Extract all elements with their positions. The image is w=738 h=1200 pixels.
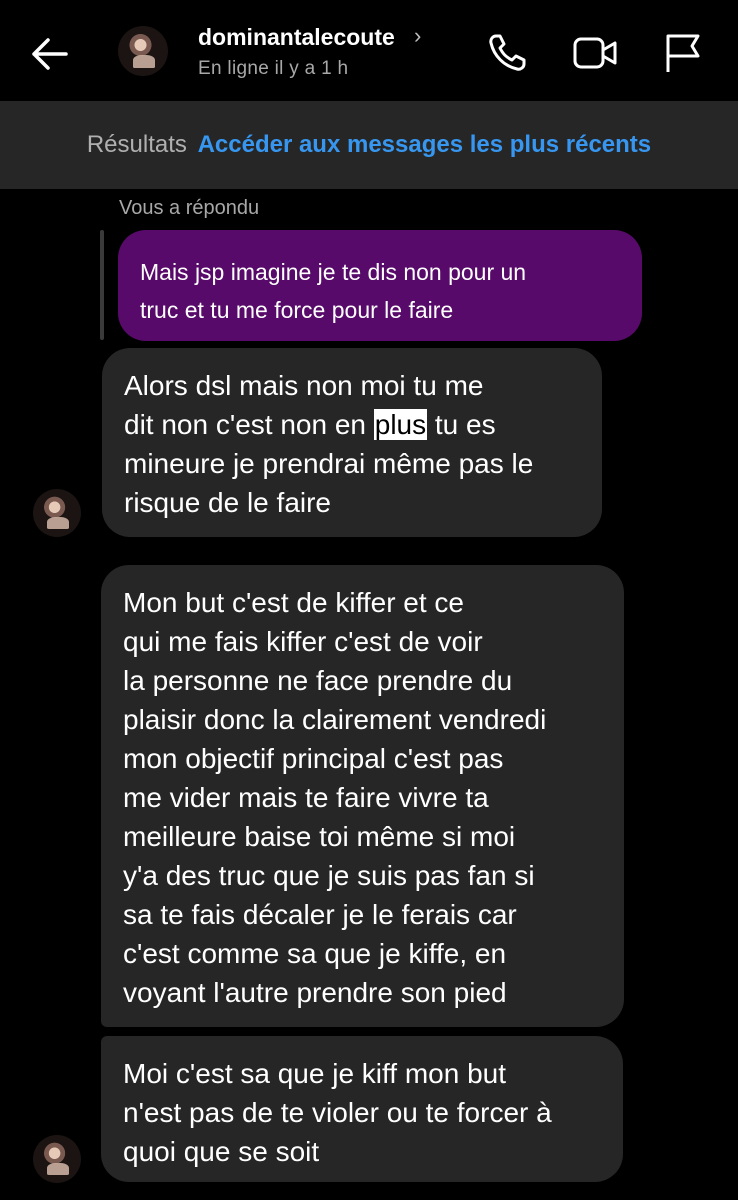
quoted-line: truc et tu me force pour le faire — [140, 297, 454, 323]
quoted-line: Mais jsp imagine je te dis non pour un — [140, 259, 527, 285]
search-highlight: plus — [373, 409, 428, 440]
message-line: me vider mais te faire vivre ta — [123, 782, 489, 813]
chevron-right-icon[interactable]: › — [414, 23, 421, 49]
message-line: quoi que se soit — [123, 1136, 320, 1167]
username[interactable]: dominantalecoute — [198, 24, 395, 51]
quoted-message[interactable]: Mais jsp imagine je te dis non pour un t… — [118, 230, 642, 341]
online-status: En ligne il y a 1 h — [198, 58, 349, 79]
message-bubble[interactable]: Alors dsl mais non moi tu me dit non c'e… — [102, 348, 602, 537]
phone-icon[interactable] — [484, 30, 530, 76]
message-line: plaisir donc la clairement vendredi — [123, 704, 547, 735]
message-line: dit non c'est non en plus tu es — [124, 405, 580, 444]
sender-avatar[interactable] — [33, 489, 81, 537]
message-line: voyant l'autre prendre son pied — [123, 977, 507, 1008]
video-camera-icon[interactable] — [572, 30, 618, 76]
banner-text: Résultats Accéder aux messages les plus … — [0, 131, 738, 159]
message-line: mon objectif principal c'est pas — [123, 743, 504, 774]
message-line: c'est comme sa que je kiffe, en — [123, 938, 507, 969]
message-line: sa te fais décaler je le ferais car — [123, 899, 517, 930]
results-label: Résultats — [86, 131, 187, 158]
message-line: y'a des truc que je suis pas fan si — [123, 860, 535, 891]
message-bubble[interactable]: Moi c'est sa que je kiff mon but n'est p… — [101, 1036, 623, 1182]
message-bubble[interactable]: Mon but c'est de kiffer et ce qui me fai… — [101, 565, 624, 1027]
text-segment: dit non c'est non en — [124, 409, 374, 440]
message-line: meilleure baise toi même si moi — [123, 821, 516, 852]
arrow-left-icon[interactable] — [26, 30, 74, 78]
replied-label: Vous a répondu — [119, 197, 260, 219]
message-line: Mon but c'est de kiffer et ce — [123, 587, 465, 618]
latest-messages-link[interactable]: Accéder aux messages les plus récents — [198, 131, 652, 158]
message-line: mineure je prendrai même pas le — [124, 448, 534, 479]
text-segment: tu es — [427, 409, 496, 440]
message-line: Alors dsl mais non moi tu me — [124, 370, 484, 401]
message-line: n'est pas de te violer ou te forcer à — [123, 1097, 552, 1128]
flag-icon[interactable] — [660, 30, 706, 76]
message-line: la personne ne face prendre du — [123, 665, 513, 696]
message-line: risque de le faire — [124, 487, 332, 518]
reply-indicator — [100, 230, 104, 340]
message-line: qui me fais kiffer c'est de voir — [123, 626, 483, 657]
avatar[interactable] — [118, 26, 168, 76]
sender-avatar[interactable] — [33, 1135, 81, 1183]
message-line: Moi c'est sa que je kiff mon but — [123, 1058, 507, 1089]
